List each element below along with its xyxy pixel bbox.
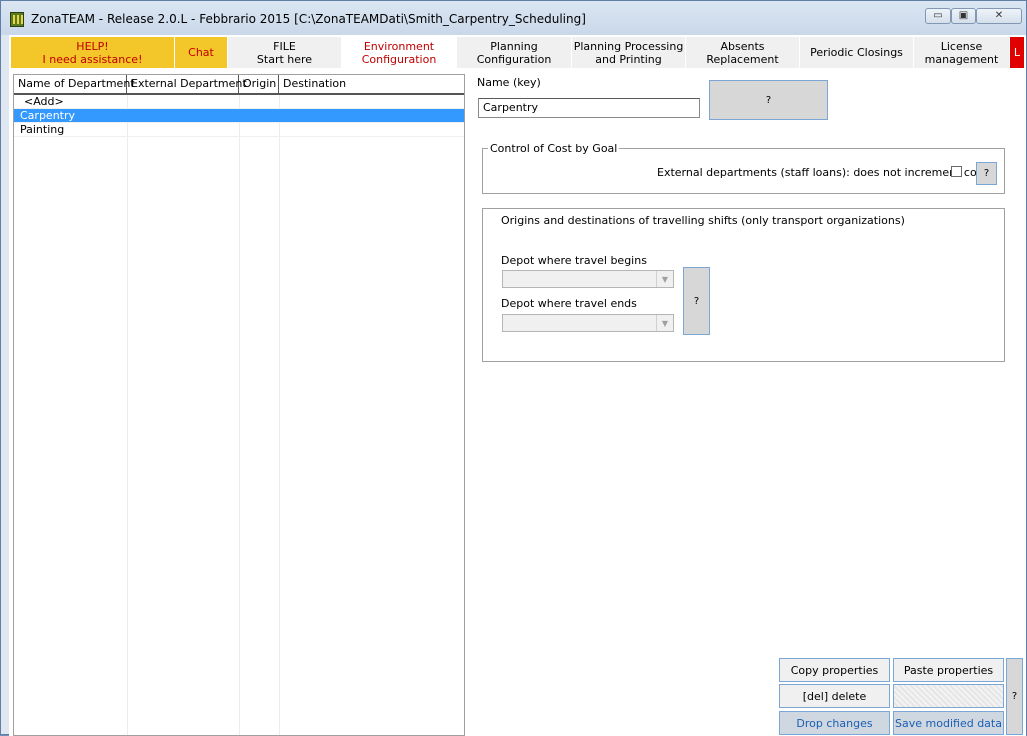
row-name: <Add> bbox=[24, 95, 64, 108]
delete-button[interactable]: [del] delete bbox=[779, 684, 890, 708]
department-list[interactable]: Name of Department External Department O… bbox=[13, 74, 465, 736]
tab-planning-configuration[interactable]: Planning Configuration bbox=[457, 37, 571, 68]
depot-begins-label: Depot where travel begins bbox=[501, 254, 647, 267]
tab-file[interactable]: FILE Start here bbox=[228, 37, 341, 68]
save-modified-data-button[interactable]: Save modified data bbox=[893, 711, 1004, 735]
column-header-name[interactable]: Name of Department bbox=[14, 75, 135, 93]
name-input[interactable]: Carpentry bbox=[478, 98, 700, 118]
chevron-down-icon: ▼ bbox=[656, 315, 673, 331]
depot-help-button[interactable]: ? bbox=[683, 267, 710, 335]
external-departments-label: External departments (staff loans): does… bbox=[657, 166, 987, 179]
app-window: ZonaTEAM - Release 2.0.L - Febbrario 201… bbox=[0, 0, 1027, 736]
row-name: Carpentry bbox=[20, 109, 76, 122]
close-button[interactable]: ✕ bbox=[976, 8, 1022, 24]
paste-properties-button[interactable]: Paste properties bbox=[893, 658, 1004, 682]
depot-ends-select[interactable]: ▼ bbox=[502, 314, 674, 332]
list-item-add[interactable]: <Add> bbox=[14, 95, 464, 109]
main-area: HELP! I need assistance! Chat FILE Start… bbox=[9, 35, 1026, 736]
external-departments-checkbox[interactable] bbox=[951, 166, 962, 177]
tab-absents-replacement[interactable]: Absents Replacement bbox=[686, 37, 799, 68]
tab-license-management[interactable]: License management bbox=[914, 37, 1009, 68]
tab-chat[interactable]: Chat bbox=[175, 37, 227, 68]
maximize-button[interactable]: ▣ bbox=[951, 8, 976, 24]
name-help-button[interactable]: ? bbox=[709, 80, 828, 120]
tab-periodic-closings[interactable]: Periodic Closings bbox=[800, 37, 913, 68]
title-bar[interactable]: ZonaTEAM - Release 2.0.L - Febbrario 201… bbox=[1, 1, 1026, 35]
tab-environment-configuration[interactable]: Environment Configuration bbox=[342, 37, 456, 68]
column-header-external[interactable]: External Department bbox=[127, 75, 247, 93]
minimize-button[interactable]: ▭ bbox=[925, 8, 951, 24]
column-header-destination[interactable]: Destination bbox=[279, 75, 464, 93]
app-icon bbox=[10, 12, 24, 27]
actions-help-button[interactable]: ? bbox=[1006, 658, 1023, 735]
tab-overflow[interactable]: L bbox=[1010, 37, 1024, 68]
depot-ends-label: Depot where travel ends bbox=[501, 297, 637, 310]
row-name: Painting bbox=[20, 123, 65, 136]
window-title: ZonaTEAM - Release 2.0.L - Febbrario 201… bbox=[31, 12, 586, 26]
list-item-painting[interactable]: Painting bbox=[14, 123, 464, 137]
drop-changes-button[interactable]: Drop changes bbox=[779, 711, 890, 735]
depot-begins-select[interactable]: ▼ bbox=[502, 270, 674, 288]
chevron-down-icon: ▼ bbox=[656, 271, 673, 287]
list-body: <Add> Carpentry Painting bbox=[14, 95, 464, 735]
name-label: Name (key) bbox=[477, 76, 541, 89]
column-header-origin[interactable]: Origin bbox=[239, 75, 279, 93]
list-header: Name of Department External Department O… bbox=[14, 75, 464, 95]
tab-planning-processing[interactable]: Planning Processing and Printing bbox=[572, 37, 685, 68]
list-item-carpentry[interactable]: Carpentry bbox=[14, 109, 464, 123]
copy-properties-button[interactable]: Copy properties bbox=[779, 658, 890, 682]
cost-control-title: Control of Cost by Goal bbox=[488, 142, 620, 155]
travel-group-title: Origins and destinations of travelling s… bbox=[501, 214, 905, 227]
external-help-button[interactable]: ? bbox=[976, 162, 997, 185]
tab-help[interactable]: HELP! I need assistance! bbox=[11, 37, 174, 68]
blank-button bbox=[893, 684, 1004, 708]
tab-bar: HELP! I need assistance! Chat FILE Start… bbox=[9, 35, 1026, 68]
